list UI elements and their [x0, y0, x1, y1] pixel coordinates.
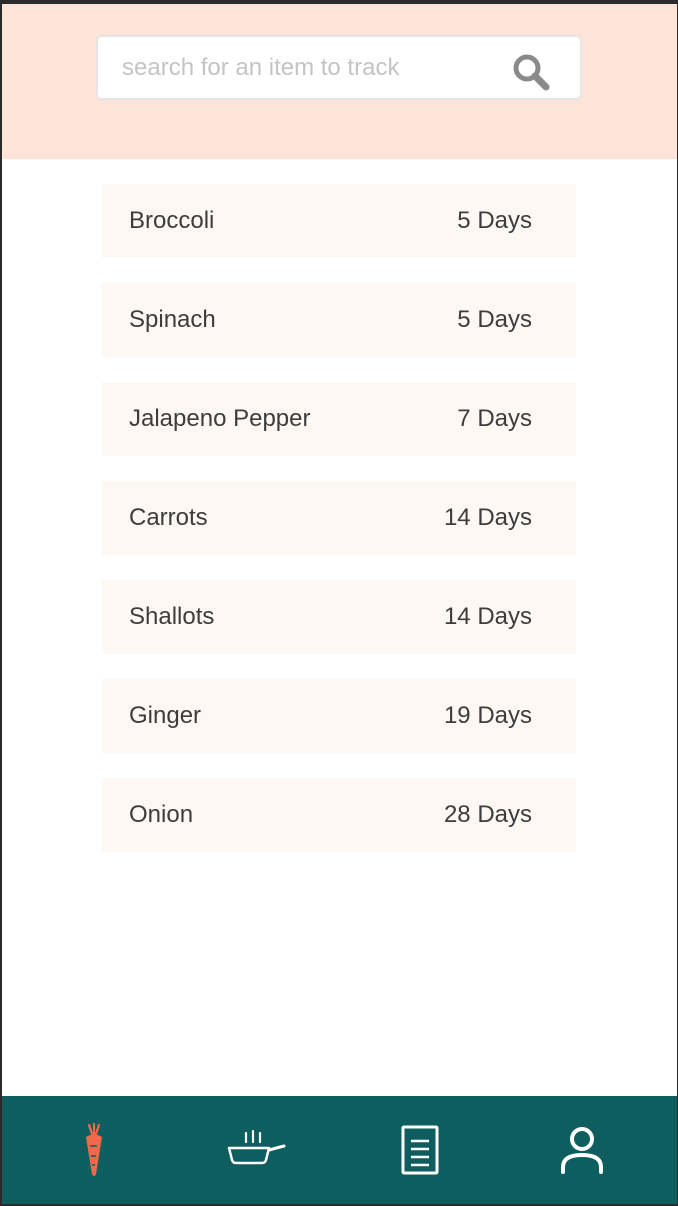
bottom-nav	[2, 1096, 677, 1204]
item-days: 7 Days	[457, 405, 532, 432]
frying-pan-icon	[227, 1130, 286, 1165]
item-name: Onion	[129, 801, 194, 828]
nav-item-cook[interactable]	[197, 1096, 317, 1204]
list-item[interactable]: Carrots 14 Days	[102, 481, 576, 555]
item-name: Carrots	[129, 504, 208, 531]
search-icon[interactable]	[510, 51, 552, 93]
list-item[interactable]: Ginger 19 Days	[102, 679, 576, 753]
item-name: Shallots	[129, 603, 215, 630]
nav-item-tracker[interactable]	[34, 1096, 154, 1204]
item-name: Broccoli	[129, 207, 215, 234]
nav-item-list[interactable]	[360, 1096, 480, 1204]
item-days: 28 Days	[443, 801, 532, 828]
header	[2, 4, 677, 159]
item-days: 14 Days	[443, 504, 532, 531]
search-input[interactable]	[98, 37, 498, 98]
item-name: Spinach	[129, 306, 216, 333]
app-screen: Broccoli 5 Days Spinach 5 Days Jalapeno …	[2, 4, 677, 1204]
document-icon	[401, 1125, 439, 1175]
item-name: Ginger	[129, 702, 202, 729]
list-item[interactable]: Shallots 14 Days	[102, 580, 576, 654]
list-item[interactable]: Spinach 5 Days	[102, 283, 576, 357]
list-item[interactable]: Onion 28 Days	[102, 778, 576, 852]
list-item[interactable]: Jalapeno Pepper 7 Days	[102, 382, 576, 456]
nav-item-profile[interactable]	[522, 1096, 642, 1204]
item-days: 5 Days	[457, 306, 532, 333]
carrot-icon	[86, 1122, 102, 1176]
item-days: 19 Days	[443, 702, 532, 729]
user-icon	[561, 1127, 603, 1174]
search-bar	[96, 35, 582, 100]
tracked-items-list: Broccoli 5 Days Spinach 5 Days Jalapeno …	[102, 184, 576, 877]
item-days: 14 Days	[443, 603, 532, 630]
list-item[interactable]: Broccoli 5 Days	[102, 184, 576, 258]
item-days: 5 Days	[457, 207, 532, 234]
item-name: Jalapeno Pepper	[129, 405, 311, 432]
